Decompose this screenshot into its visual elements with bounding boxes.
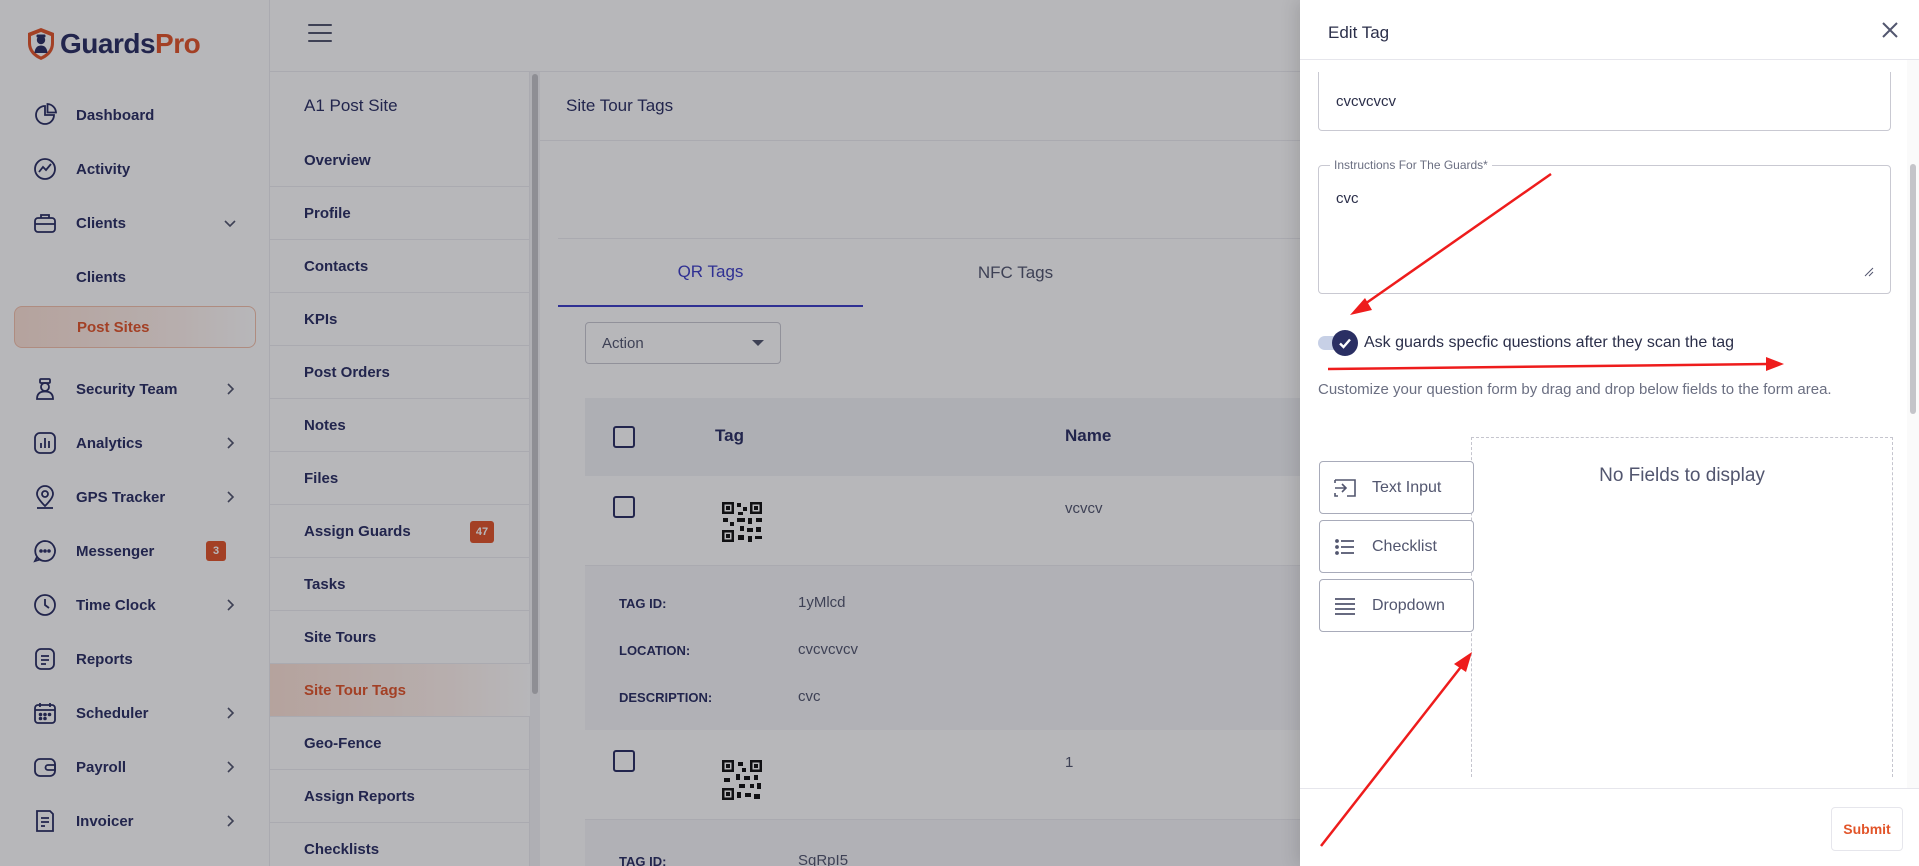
drawer-title: Edit Tag	[1328, 23, 1390, 42]
form-builder-hint: Customize your question form by drag and…	[1318, 381, 1832, 398]
text-input-icon	[1332, 475, 1358, 501]
check-icon	[1332, 330, 1358, 356]
empty-fields-message: No Fields to display	[1599, 465, 1765, 486]
question-form-builder: No Fields to display Text Input Checklis…	[1319, 437, 1893, 777]
checklist-icon	[1332, 534, 1358, 560]
resize-handle-icon[interactable]	[1864, 267, 1874, 277]
ask-questions-toggle[interactable]	[1318, 330, 1358, 356]
edit-tag-drawer: Edit Tag cvcvcvcv Instructions For The G…	[1300, 0, 1919, 866]
ask-questions-label: Ask guards specfic questions after they …	[1364, 334, 1734, 351]
form-drop-area[interactable]	[1471, 437, 1893, 777]
modal-backdrop[interactable]	[0, 0, 1300, 866]
dropdown-field-button[interactable]: Dropdown	[1319, 579, 1474, 632]
instructions-label: Instructions For The Guards*	[1330, 158, 1492, 172]
drawer-footer: Submit	[1300, 788, 1919, 866]
text-input-field-button[interactable]: Text Input	[1319, 461, 1474, 514]
instructions-value: cvc	[1336, 190, 1359, 207]
ask-questions-toggle-row[interactable]: Ask guards specfic questions after they …	[1318, 330, 1898, 356]
location-field[interactable]: cvcvcvcv	[1318, 72, 1891, 131]
dropdown-lines-icon	[1332, 593, 1358, 619]
checklist-field-button[interactable]: Checklist	[1319, 520, 1474, 573]
location-field-value: cvcvcvcv	[1336, 93, 1396, 110]
drawer-scrollbar-thumb[interactable]	[1910, 164, 1916, 414]
close-icon[interactable]	[1876, 16, 1904, 44]
drawer-header: Edit Tag	[1300, 0, 1919, 60]
submit-button[interactable]: Submit	[1831, 807, 1903, 851]
palette-label: Dropdown	[1372, 596, 1445, 614]
palette-label: Checklist	[1372, 537, 1437, 555]
palette-label: Text Input	[1372, 478, 1442, 496]
instructions-textarea[interactable]: Instructions For The Guards* cvc	[1318, 158, 1891, 294]
